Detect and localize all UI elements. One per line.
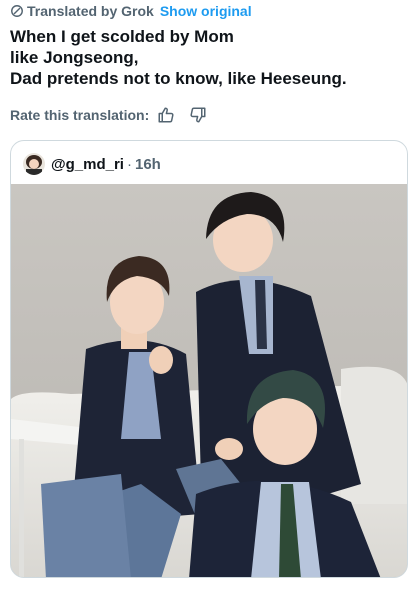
tweet-text-line: Dad pretends not to know, like Heeseung. (10, 69, 347, 88)
separator-dot: · (126, 155, 132, 173)
translate-globe-icon (11, 5, 23, 17)
thumbs-up-icon[interactable] (157, 106, 175, 124)
show-original-link[interactable]: Show original (160, 3, 252, 19)
quoted-post-handle[interactable]: @g_md_ri (51, 156, 124, 173)
thumbs-down-icon[interactable] (189, 106, 207, 124)
tweet-text-line: When I get scolded by Mom (10, 27, 234, 46)
translation-label: Translated by Grok (27, 3, 154, 19)
quoted-post-card[interactable]: @g_md_ri · 16h (10, 140, 408, 578)
avatar[interactable] (23, 153, 45, 175)
tweet-text-line: like Jongseong, (10, 48, 139, 67)
tweet-text: When I get scolded by Mom like Jongseong… (10, 26, 410, 89)
quoted-post-time[interactable]: 16h (135, 156, 161, 173)
rate-translation-label: Rate this translation: (10, 107, 150, 123)
quoted-post-photo[interactable] (11, 184, 408, 578)
translation-bar: Translated by Grok Show original (10, 3, 252, 19)
rate-translation-row: Rate this translation: (10, 106, 207, 124)
quoted-post-header: @g_md_ri · 16h (23, 153, 161, 175)
